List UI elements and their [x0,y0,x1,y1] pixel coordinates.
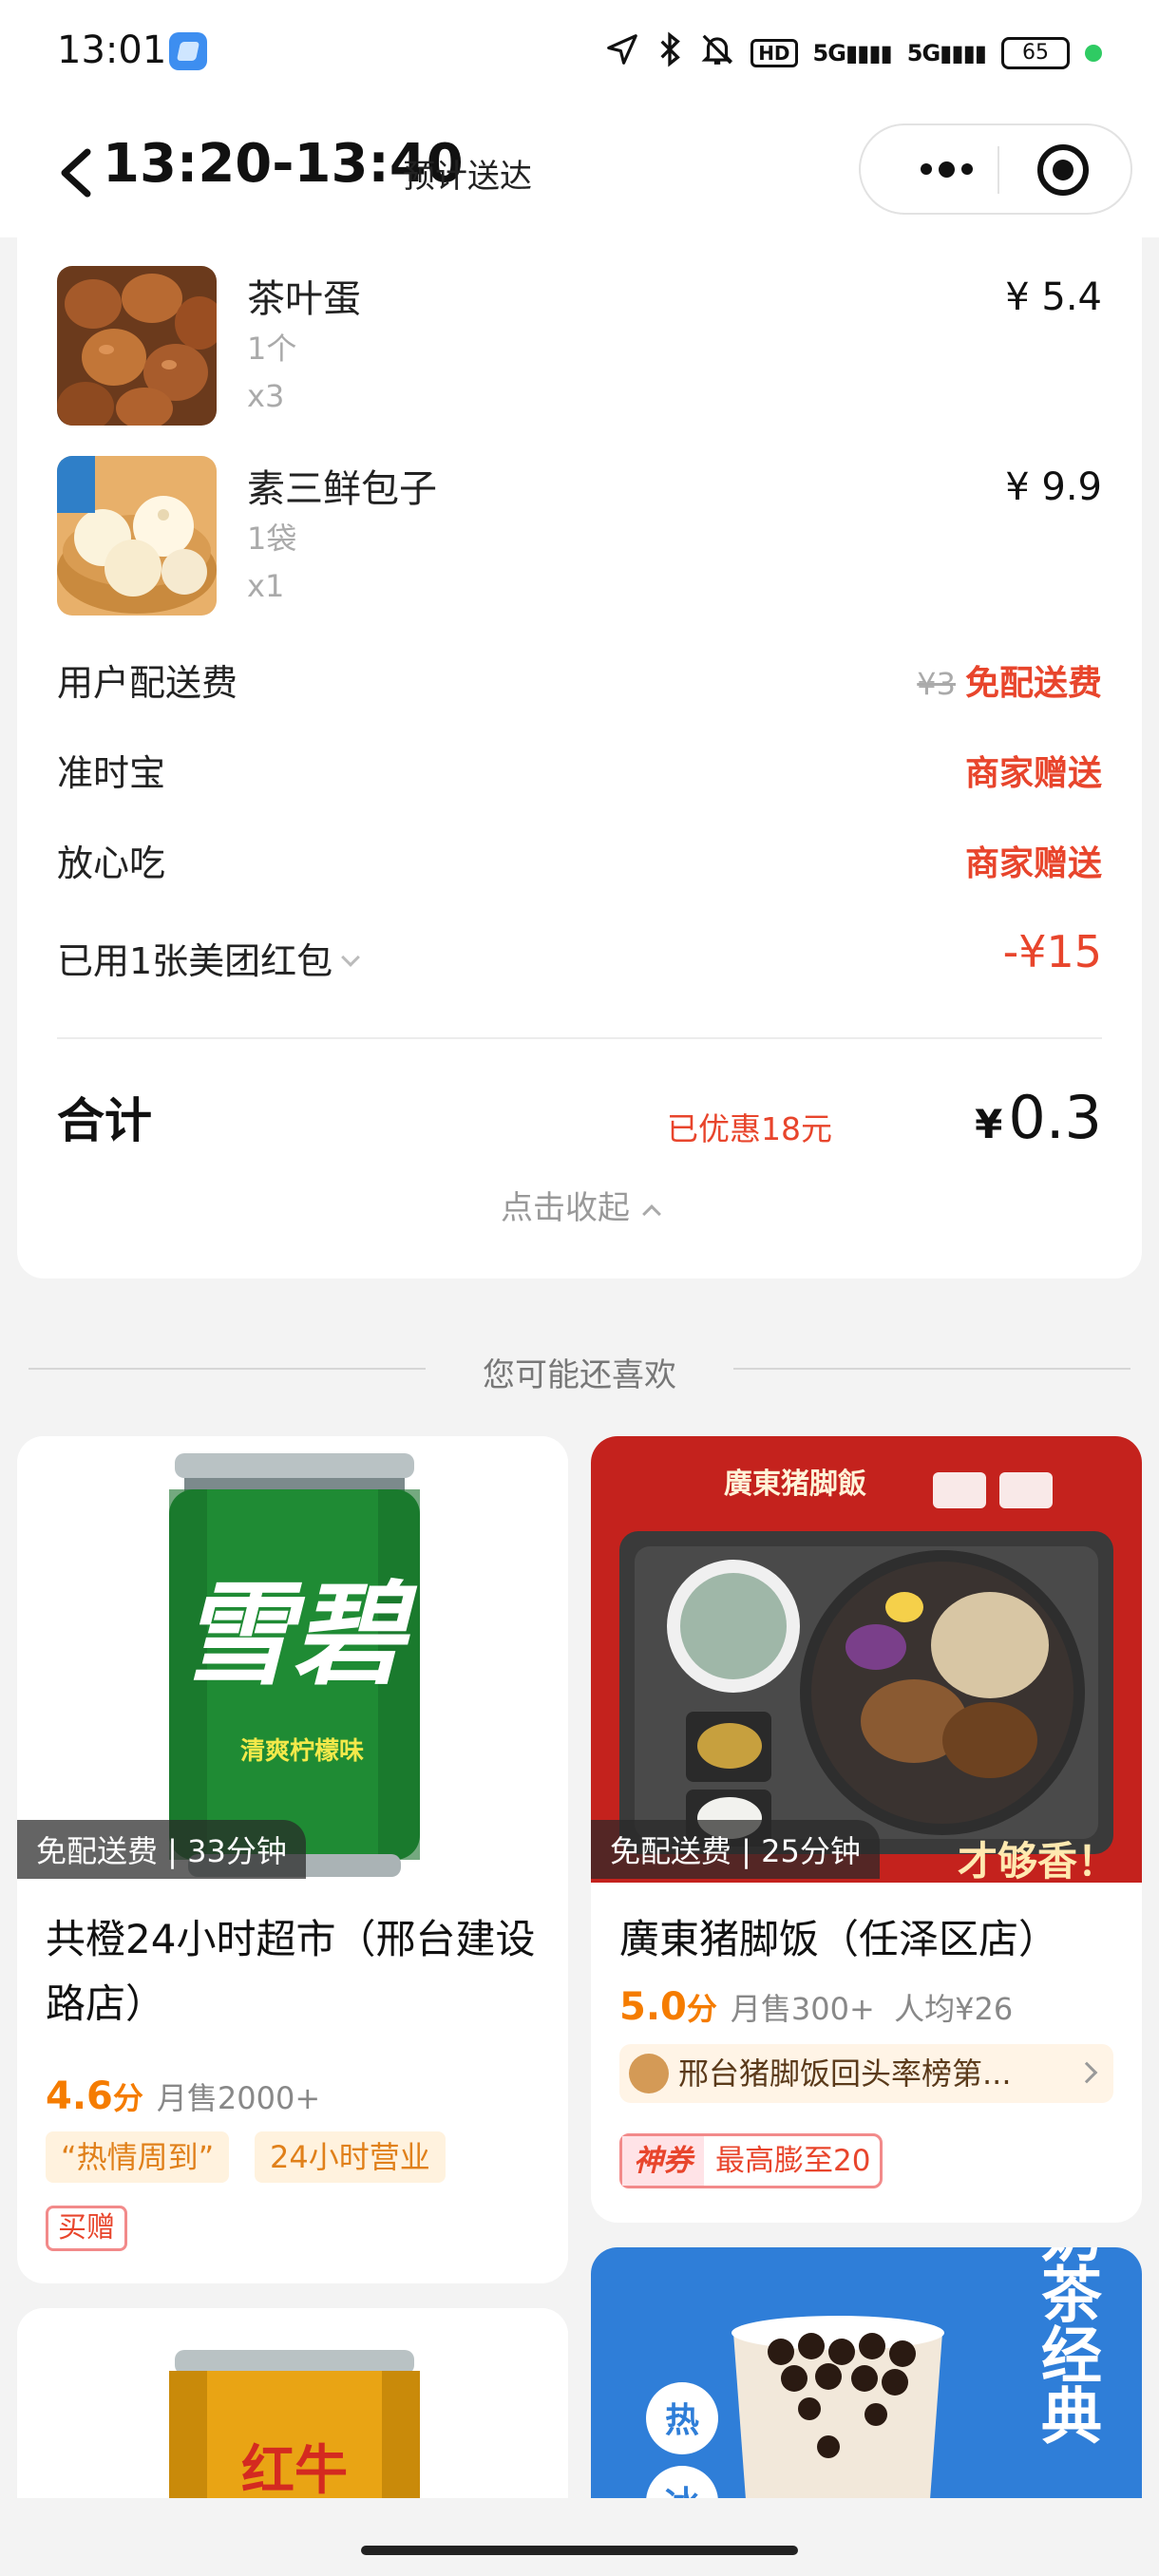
nav-bar: 13:20-13:40 预计送达 [0,104,1159,237]
food-safety-value: 商家赠送 [964,844,1102,883]
store-name: 共橙24小时超市（邢台建设路店） [46,1916,536,2027]
tea-egg-image [57,266,217,426]
item-spec: 1袋 [247,521,297,557]
store-meta: 4.6分 月售2000+ [46,2074,549,2118]
coupon-text: 最高膨至20 [715,2144,871,2178]
sprite-flavor-text: 清爽柠檬味 [240,1736,364,1766]
hd-icon: HD [750,39,798,67]
more-dots-icon[interactable] [899,125,994,213]
status-time: 13:01 [57,28,167,72]
delivery-fee-value: ¥3 免配送费 [917,664,1102,703]
store-avg-price: 人均¥26 [894,1991,1014,2027]
total-amount: ¥0.3 [975,1083,1102,1152]
store-sales: 月售2000+ [156,2080,321,2116]
item-quantity: x1 [247,568,285,604]
capsule-divider [998,146,999,194]
bluetooth-icon [656,30,684,76]
store-name: 廣東猪脚饭（任泽区店） [619,1916,1059,1962]
red-packet-row[interactable]: 已用1张美团红包 -¥15 [57,926,1102,983]
sprite-can-image: 雪碧 清爽柠檬味 [17,1436,568,1883]
steamed-bun-image [57,456,217,616]
total-label: 合计 [57,1093,152,1148]
delivery-badge: 免配送费 | 33分钟 [17,1820,306,1879]
collapse-button[interactable]: 点击收起 [17,1182,1142,1228]
pork-rice-image: 廣東猪脚飯 才够香！ [591,1436,1142,1883]
status-icons: HD 5G▮▮▮▮ 5G▮▮▮▮ 65 [604,30,1102,76]
ranking-text: 邢台猪脚饭回头率榜第... [678,2055,1012,2092]
close-miniapp-icon[interactable] [1037,144,1089,196]
coupon-tag: 神券 最高膨至20 [619,2133,884,2188]
food-safety-row: 放心吃 商家赠送 [57,828,1102,885]
medal-icon [629,2054,669,2093]
store-meta: 5.0分 月售300+ 人均¥26 [619,1985,1123,2029]
back-arrow-icon[interactable] [53,144,101,201]
store-sales: 月售300+ [730,1991,875,2027]
food-safety-label: 放心吃 [57,843,166,884]
promo-tag: 买赠 [46,2206,127,2251]
coupon-label: 神券 [622,2136,704,2186]
item-quantity: x3 [247,378,285,414]
battery-icon: 65 [1001,37,1070,69]
item-price: ¥ 5.4 [1005,275,1102,319]
store-score: 5.0分 [619,1985,717,2029]
sprite-logo-text: 雪碧 [180,1569,418,1700]
hot-label: 热 [665,2401,699,2440]
store-card[interactable]: 廣東猪脚飯 才够香！ 免配送费 | 25分钟 廣東猪脚饭（任泽区店） 5.0分月… [591,1436,1142,2223]
ontime-value: 商家赠送 [964,754,1102,793]
red-bull-logo-text: 红牛 [241,2440,348,2502]
store-tag: 24小时营业 [255,2131,446,2183]
chevron-down-icon [341,948,361,967]
delivery-fee-original: ¥3 [917,666,956,702]
location-arrow-icon [604,31,640,75]
order-item[interactable]: 茶叶蛋 1个 x3 ¥ 5.4 [57,266,1102,427]
item-spec: 1个 [247,331,297,367]
signal-5g-icon: 5G▮▮▮▮ [906,40,987,66]
miniapp-capsule [859,123,1132,215]
order-item[interactable]: 素三鲜包子 1袋 x1 ¥ 9.9 [57,456,1102,617]
item-price: ¥ 9.9 [1005,465,1102,509]
bottom-gesture-area [0,2498,1159,2576]
chevron-up-icon [642,1204,661,1223]
restaurant-logo-text: 廣東猪脚飯 [724,1468,866,1501]
recommend-title: 您可能还喜欢 [483,1356,676,1394]
delivery-fee-label: 用户配送费 [57,662,238,704]
milk-tea-title-text: 奶茶经典 [1031,2247,1102,2445]
privacy-dot-icon [1085,45,1102,62]
item-name: 素三鲜包子 [247,467,437,511]
store-score: 4.6分 [46,2074,143,2118]
store-card[interactable]: 雪碧 清爽柠檬味 免配送费 | 33分钟 共橙24小时超市（邢台建设路店） 4.… [17,1436,568,2283]
item-name: 茶叶蛋 [247,277,361,321]
divider [57,1037,1102,1039]
restaurant-slogan-text: 才够香！ [958,1838,1117,1883]
delivery-time-subtitle: 预计送达 [403,158,532,196]
order-detail-card: 茶叶蛋 1个 x3 ¥ 5.4 素三鲜包子 1袋 x1 ¥ 9.9 用户配送费 … [17,237,1142,1279]
mute-bell-icon [699,30,735,76]
chevron-right-icon [1075,2061,1098,2084]
status-bar: 13:01 HD 5G▮▮▮▮ 5G▮▮▮▮ 65 [0,0,1159,104]
total-discount: 已优惠18元 [667,1110,832,1147]
red-packet-label[interactable]: 已用1张美团红包 [57,932,361,984]
app-notification-icon [169,32,207,70]
delivery-fee-row: 用户配送费 ¥3 免配送费 [57,648,1102,705]
store-tag: “热情周到” [46,2131,230,2183]
ranking-bar[interactable]: 邢台猪脚饭回头率榜第... [619,2044,1113,2103]
red-packet-value: -¥15 [1002,926,1102,977]
delivery-badge: 免配送费 | 25分钟 [591,1820,880,1879]
signal-5g-icon: 5G▮▮▮▮ [812,40,893,66]
ontime-guarantee-row: 准时宝 商家赠送 [57,738,1102,795]
home-indicator[interactable] [361,2546,798,2555]
ontime-label: 准时宝 [57,752,166,794]
